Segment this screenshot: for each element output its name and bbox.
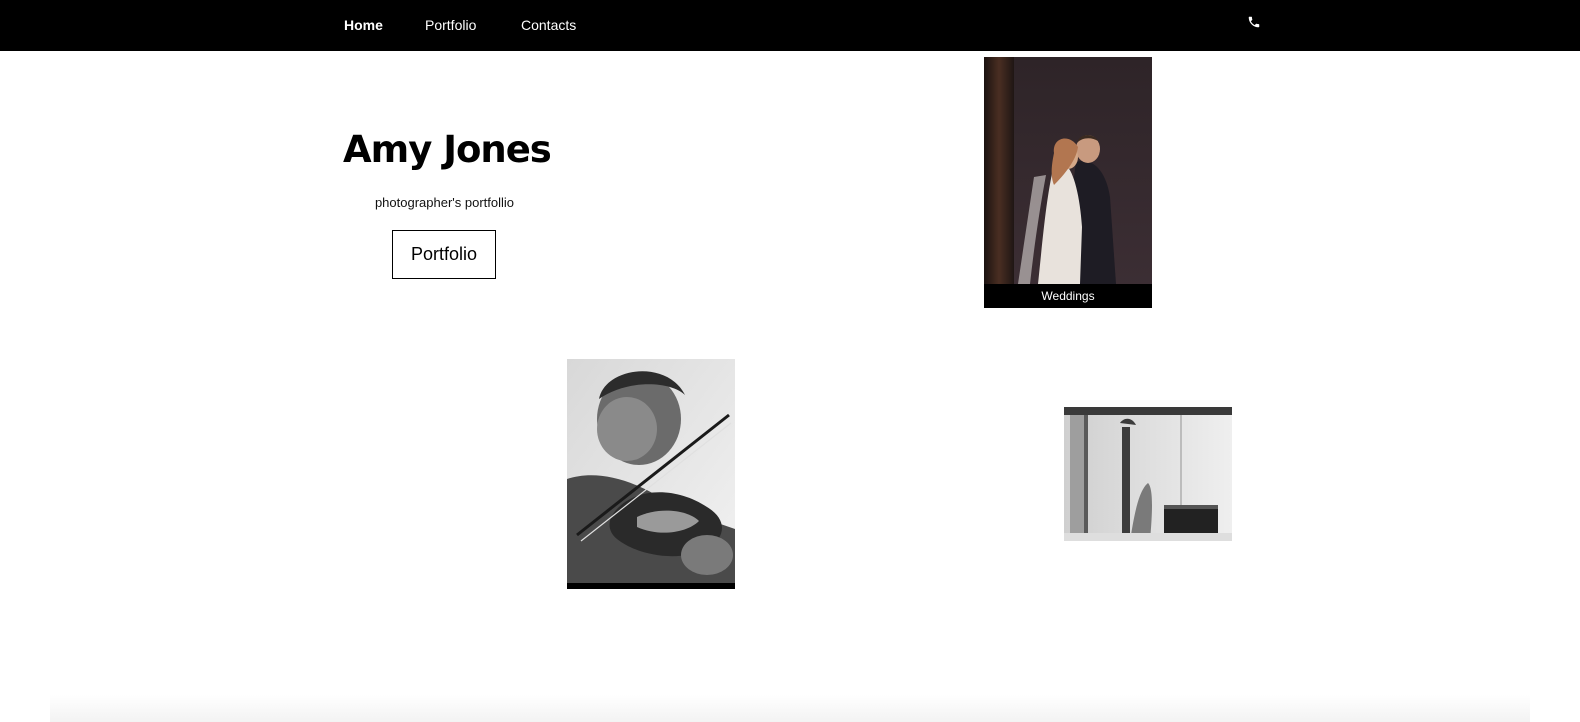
page: Home Portfolio Contacts Amy Jones photog… — [0, 0, 1580, 722]
weddings-caption: Weddings — [984, 284, 1152, 308]
nav-portfolio-link[interactable]: Portfolio — [425, 16, 476, 34]
nav-home-link[interactable]: Home — [344, 16, 383, 34]
hero-subtitle: photographer's portfollio — [374, 195, 515, 210]
violinist-photo[interactable] — [567, 359, 735, 589]
weddings-photo — [984, 57, 1152, 308]
hero-title: Amy Jones — [343, 128, 552, 171]
top-navbar: Home Portfolio Contacts — [0, 0, 1580, 51]
nav-contacts-link[interactable]: Contacts — [521, 16, 576, 34]
phone-icon[interactable] — [1247, 15, 1261, 29]
violinist-image — [567, 359, 735, 589]
harp-image — [1064, 407, 1232, 541]
portfolio-button[interactable]: Portfolio — [392, 230, 496, 279]
footer-shadow — [50, 695, 1530, 722]
harp-photo[interactable] — [1064, 407, 1232, 541]
weddings-photo-card[interactable]: Weddings — [984, 57, 1152, 308]
